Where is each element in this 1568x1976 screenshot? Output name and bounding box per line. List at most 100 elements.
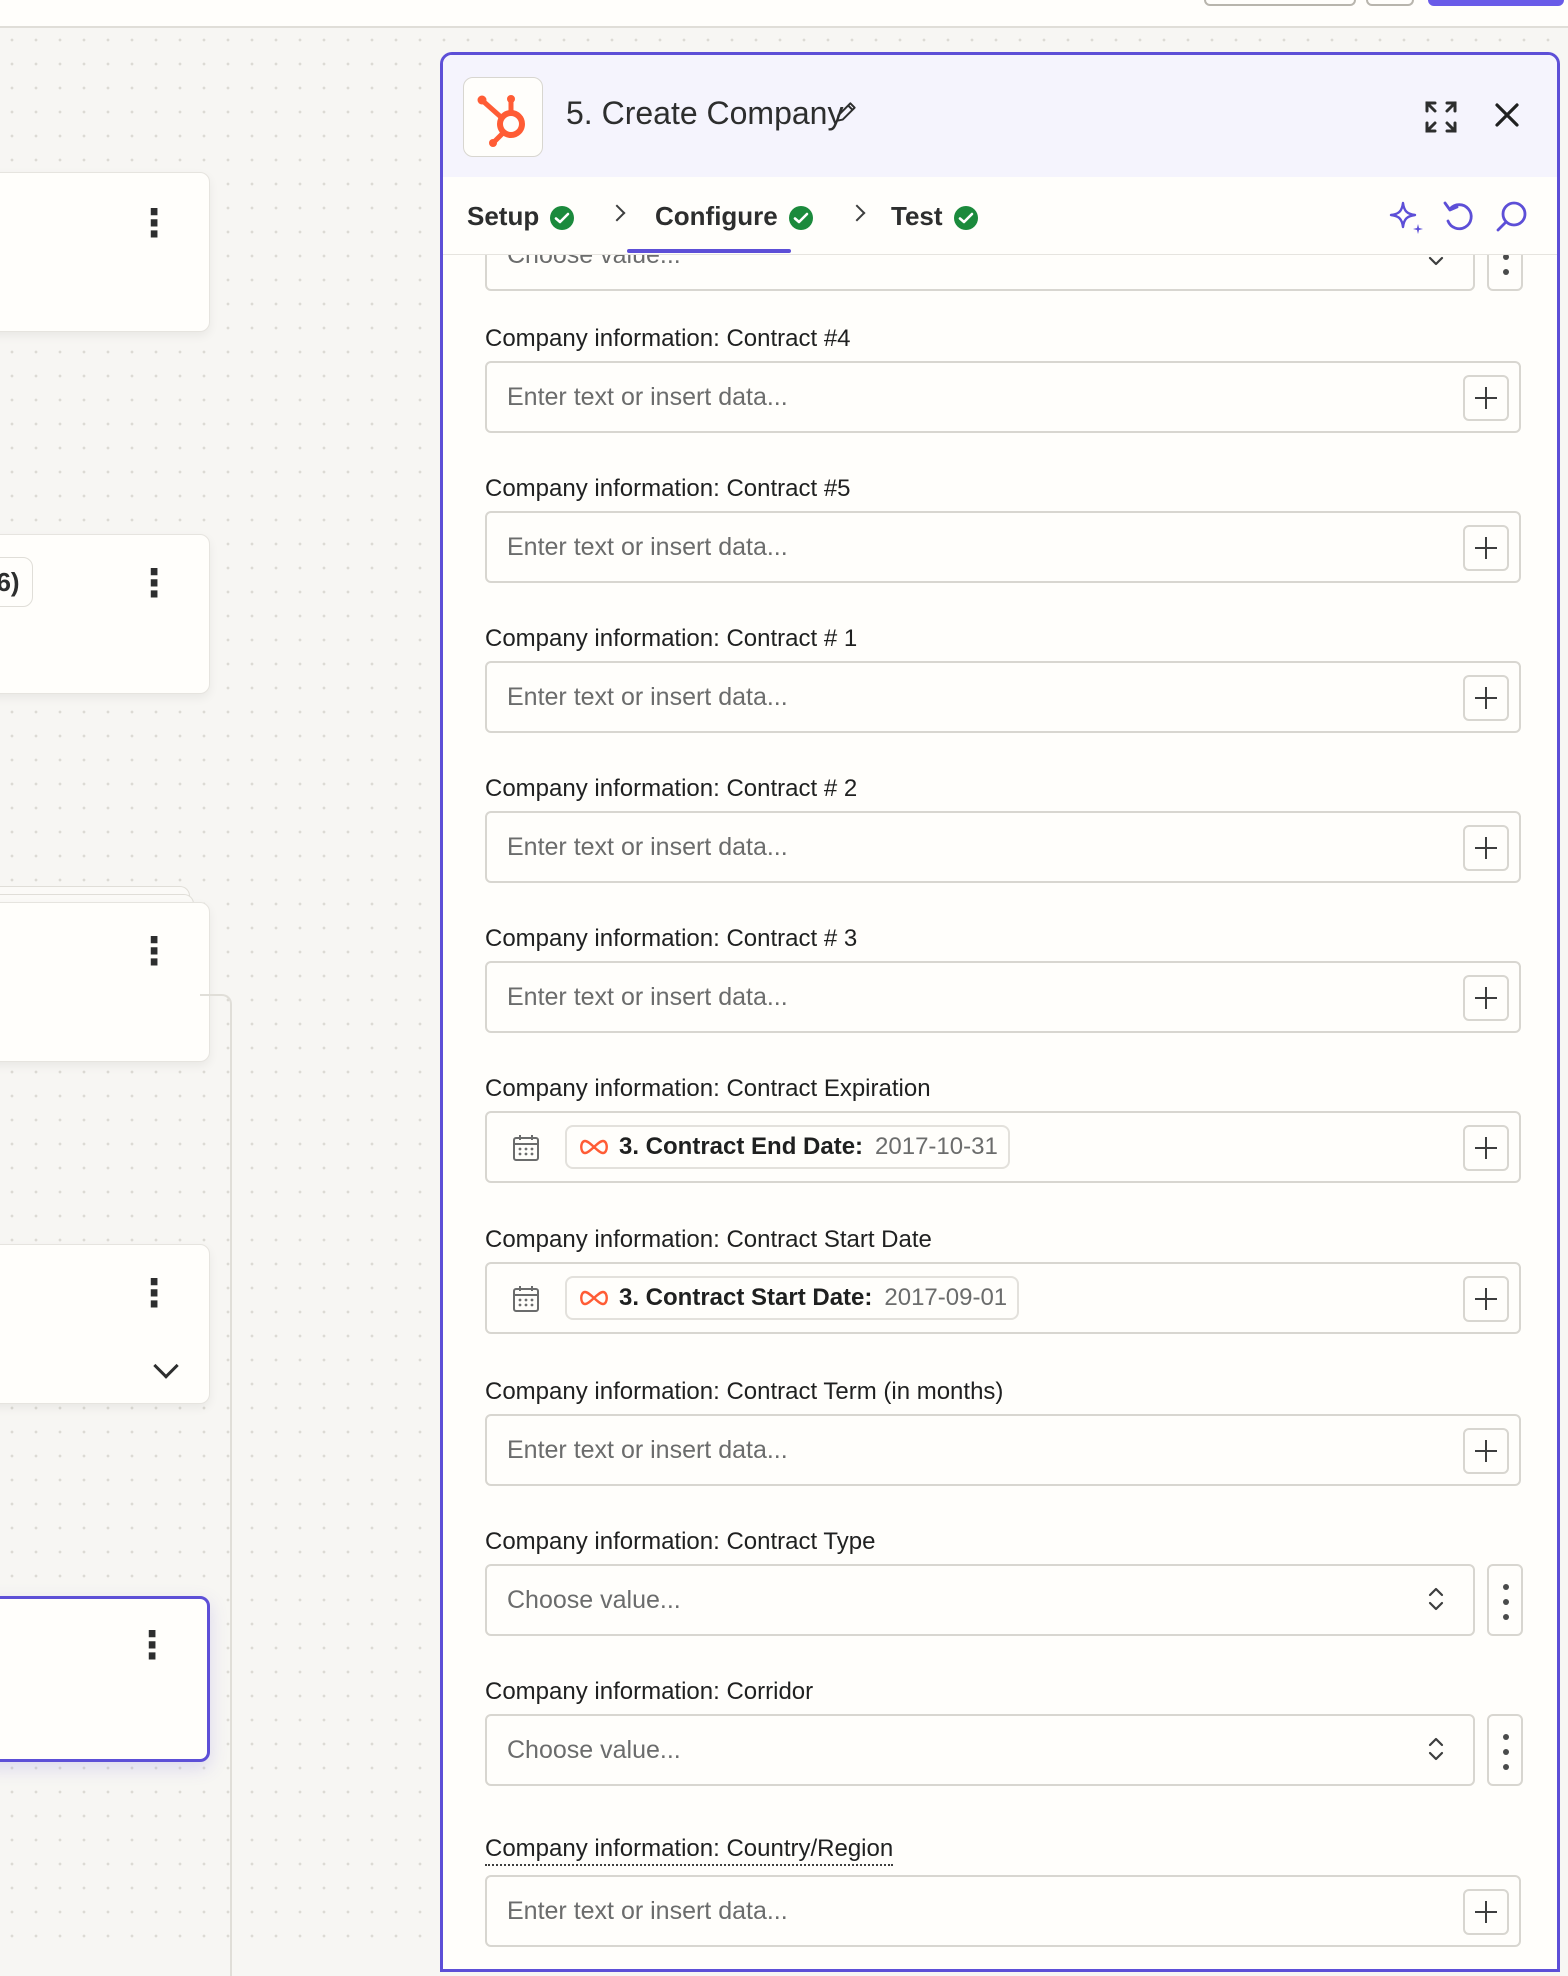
select-placeholder: Choose value... — [507, 255, 681, 269]
field-label: Company information: Contract Expiration — [485, 1075, 931, 1102]
input-placeholder: Enter text or insert data... — [507, 533, 788, 561]
insert-data-button[interactable] — [1463, 675, 1509, 721]
step-card[interactable]: ⋮ — [0, 172, 210, 332]
text-input[interactable]: Enter text or insert data... — [485, 961, 1521, 1033]
step-card[interactable]: 16) ⋮ — [0, 534, 210, 694]
check-circle-icon — [549, 205, 575, 238]
insert-data-button[interactable] — [1463, 825, 1509, 871]
infinity-link-icon — [580, 1139, 608, 1155]
insert-data-button[interactable] — [1463, 1428, 1509, 1474]
step-menu-icon[interactable]: ⋮ — [135, 565, 173, 603]
check-circle-icon — [953, 205, 979, 238]
step-card[interactable]: ⋮ — [0, 902, 210, 1062]
step-number: 5. — [566, 95, 593, 131]
toolbar-button[interactable] — [1204, 0, 1356, 6]
input-placeholder: Enter text or insert data... — [507, 1897, 788, 1925]
undo-icon[interactable] — [1439, 197, 1479, 237]
mapped-data-pill[interactable]: 3. Contract End Date: 2017-10-31 — [565, 1125, 1010, 1169]
text-input[interactable]: Enter text or insert data... — [485, 1875, 1521, 1947]
select-arrows-icon — [1428, 256, 1444, 266]
step-editor-panel: 5. Create Company Setup Configure Test C… — [440, 52, 1560, 1972]
insert-data-button[interactable] — [1463, 525, 1509, 571]
branch-connector — [200, 994, 232, 1976]
date-input[interactable]: 3. Contract Start Date: 2017-09-01 — [485, 1262, 1521, 1334]
step-title: Create Company — [601, 95, 844, 131]
mapped-value: 2017-09-01 — [884, 1284, 1008, 1311]
insert-data-button[interactable] — [1463, 1276, 1509, 1322]
calendar-icon — [513, 1286, 539, 1312]
field-label: Company information: Contract #4 — [485, 325, 851, 352]
insert-data-button[interactable] — [1463, 1125, 1509, 1171]
field-options-button[interactable] — [1487, 1564, 1523, 1636]
step-card[interactable]: ⋮ — [0, 1244, 210, 1404]
field-options-button[interactable] — [1487, 1714, 1523, 1786]
panel-title: 5. Create Company — [566, 95, 843, 132]
chevron-right-icon — [608, 204, 626, 222]
text-input[interactable]: Enter text or insert data... — [485, 511, 1521, 583]
tab-test[interactable]: Test — [891, 201, 979, 238]
select-arrows-icon — [1428, 1587, 1444, 1611]
select-placeholder: Choose value... — [507, 1586, 681, 1614]
tab-label: Setup — [467, 201, 540, 231]
active-tab-indicator — [627, 249, 791, 253]
field-label: Company information: Contract Term (in m… — [485, 1378, 1004, 1405]
select-arrows-icon — [1428, 1737, 1444, 1761]
chevron-right-icon — [848, 204, 866, 222]
field-label: Company information: Contract # 2 — [485, 775, 858, 802]
input-placeholder: Enter text or insert data... — [507, 1436, 788, 1464]
publish-button[interactable] — [1428, 0, 1564, 6]
panel-header: 5. Create Company — [443, 55, 1557, 177]
step-card-selected[interactable]: ⋮ — [0, 1596, 210, 1762]
calendar-icon — [513, 1135, 539, 1161]
field-label: Company information: Country/Region — [485, 1835, 894, 1866]
expand-icon[interactable] — [1423, 99, 1459, 135]
text-input[interactable]: Enter text or insert data... — [485, 361, 1521, 433]
step-card-label: 16) — [0, 557, 33, 607]
hubspot-icon — [463, 77, 543, 157]
field-label: Company information: Contract #5 — [485, 475, 851, 502]
value-select[interactable]: Choose value... — [485, 1714, 1475, 1786]
check-circle-icon — [788, 205, 814, 238]
tab-setup[interactable]: Setup — [467, 201, 575, 238]
step-menu-icon[interactable]: ⋮ — [135, 933, 173, 971]
mapped-key: 3. Contract End Date: — [619, 1133, 864, 1160]
value-select[interactable]: Choose value... — [485, 1564, 1475, 1636]
insert-data-button[interactable] — [1463, 375, 1509, 421]
toolbar-button[interactable] — [1366, 0, 1414, 6]
field-options-button[interactable] — [1487, 255, 1523, 291]
ai-sparkle-icon[interactable] — [1387, 197, 1427, 237]
input-placeholder: Enter text or insert data... — [507, 683, 788, 711]
text-input[interactable]: Enter text or insert data... — [485, 661, 1521, 733]
text-input[interactable]: Enter text or insert data... — [485, 811, 1521, 883]
step-tabs: Setup Configure Test — [443, 177, 1557, 255]
step-menu-icon[interactable]: ⋮ — [133, 1627, 171, 1665]
insert-data-button[interactable] — [1463, 1889, 1509, 1935]
top-bar — [0, 0, 1568, 28]
configure-form: Choose value... Company information: Con… — [443, 255, 1557, 1969]
field-label: Company information: Contract Type — [485, 1528, 876, 1555]
input-placeholder: Enter text or insert data... — [507, 833, 788, 861]
edit-title-icon[interactable] — [833, 99, 859, 125]
infinity-link-icon — [580, 1290, 608, 1306]
input-placeholder: Enter text or insert data... — [507, 383, 788, 411]
select-placeholder: Choose value... — [507, 1736, 681, 1764]
input-placeholder: Enter text or insert data... — [507, 983, 788, 1011]
field-label: Company information: Corridor — [485, 1678, 814, 1705]
insert-data-button[interactable] — [1463, 975, 1509, 1021]
mapped-key: 3. Contract Start Date: — [619, 1284, 873, 1311]
tab-label: Configure — [655, 201, 778, 231]
chevron-down-icon[interactable] — [153, 1353, 179, 1379]
tab-configure[interactable]: Configure — [655, 201, 814, 238]
field-label: Company information: Contract # 3 — [485, 925, 858, 952]
close-icon[interactable] — [1491, 99, 1523, 131]
step-menu-icon[interactable]: ⋮ — [135, 205, 173, 243]
field-label: Company information: Contract Start Date — [485, 1226, 932, 1253]
value-select[interactable]: Choose value... — [485, 255, 1475, 291]
date-input[interactable]: 3. Contract End Date: 2017-10-31 — [485, 1111, 1521, 1183]
mapped-data-pill[interactable]: 3. Contract Start Date: 2017-09-01 — [565, 1276, 1020, 1320]
comment-icon[interactable] — [1491, 197, 1531, 237]
field-label: Company information: Contract # 1 — [485, 625, 858, 652]
tab-label: Test — [891, 201, 943, 231]
step-menu-icon[interactable]: ⋮ — [135, 1275, 173, 1313]
text-input[interactable]: Enter text or insert data... — [485, 1414, 1521, 1486]
